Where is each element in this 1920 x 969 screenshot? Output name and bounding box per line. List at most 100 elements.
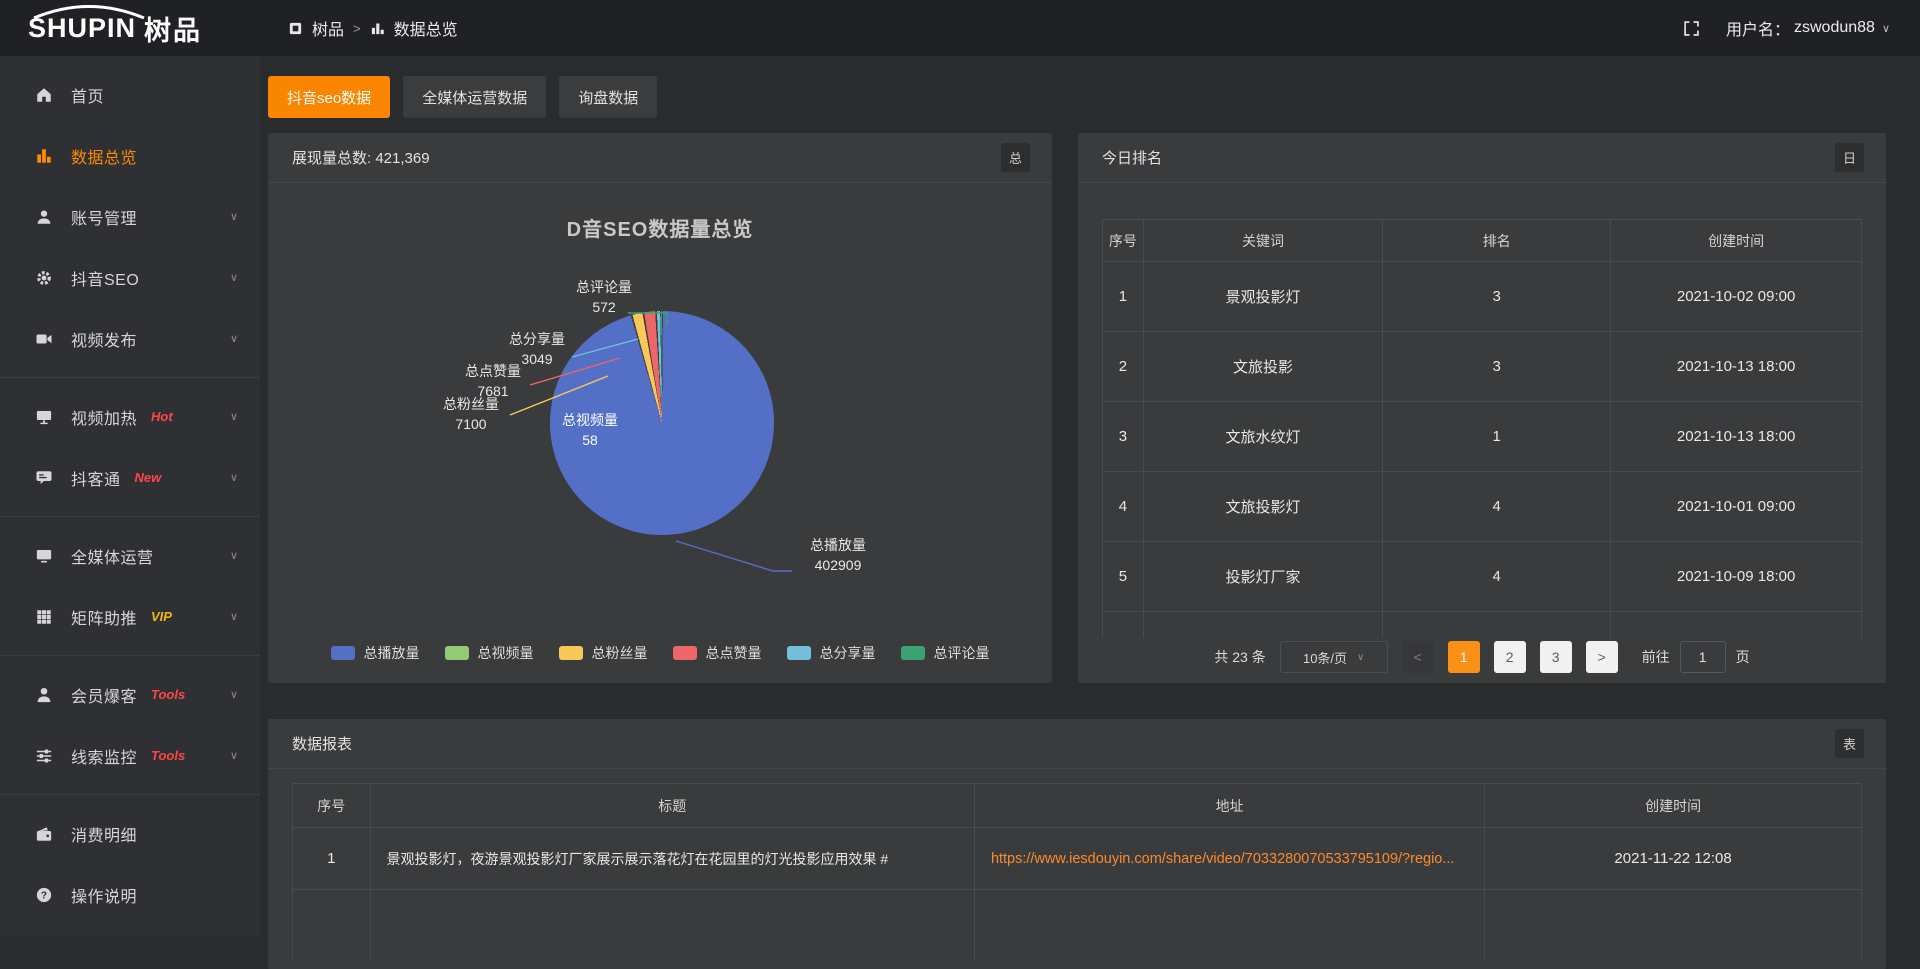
screen-icon <box>34 407 54 427</box>
user-menu[interactable]: 用户名： zswodun88 ∨ <box>1726 16 1890 40</box>
sidebar-item-video-publish[interactable]: 视频发布 ∨ <box>0 308 260 369</box>
total-toggle-button[interactable]: 总 <box>1001 143 1030 172</box>
legend-item-4[interactable]: 总分享量 <box>787 643 876 663</box>
dashboard-icon <box>288 21 303 36</box>
sidebar-item-consume-detail[interactable]: 消费明细 <box>0 803 260 864</box>
goto-unit: 页 <box>1736 647 1750 667</box>
goto-page-input[interactable] <box>1680 641 1726 673</box>
sidebar-item-douketong[interactable]: 抖客通 New ∨ <box>0 447 260 508</box>
column-header: 创建时间 <box>1485 784 1862 828</box>
new-badge: New <box>135 470 162 485</box>
chevron-down-icon: ∨ <box>230 549 238 562</box>
ranking-row-created: 2021-10-13 18:00 <box>1611 402 1862 472</box>
sidebar-item-home[interactable]: 首页 <box>0 64 260 125</box>
pie-label-videos: 总视频量58 <box>530 410 650 450</box>
sidebar: 首页 数据总览 账号管理 ∨ 抖音SEO ∨ 视频发布 ∨ 视频加热 Hot ∨ <box>0 56 260 936</box>
column-header: 排名 <box>1383 220 1611 262</box>
impressions-panel: 展现量总数: 421,369 总 D音SEO数据量总览 总评论量572 总分 <box>268 133 1052 683</box>
column-header: 序号 <box>292 784 371 828</box>
bar-chart-icon <box>370 21 385 36</box>
breadcrumb-separator: > <box>353 21 361 36</box>
sidebar-item-data-overview[interactable]: 数据总览 <box>0 125 260 186</box>
sidebar-divider <box>0 655 260 656</box>
sidebar-item-media-ops[interactable]: 全媒体运营 ∨ <box>0 525 260 586</box>
report-table: 序号 标题 地址 创建时间 1 景观投影灯，夜游景观投影灯厂家展示展示落花灯在花… <box>292 783 1862 960</box>
pagination-total: 共 23 条 <box>1214 647 1265 667</box>
report-row-created: 2021-11-22 12:08 <box>1485 828 1862 890</box>
question-circle-icon: ? <box>34 885 54 905</box>
page-button-1[interactable]: 1 <box>1448 641 1480 673</box>
sidebar-item-douyin-seo[interactable]: 抖音SEO ∨ <box>0 247 260 308</box>
legend-label: 总分享量 <box>820 643 876 663</box>
legend-item-5[interactable]: 总评论量 <box>901 643 990 663</box>
legend-item-3[interactable]: 总点赞量 <box>673 643 762 663</box>
ranking-row-keyword: 文旅水纹灯 <box>1144 402 1383 472</box>
app-logo: SHUPIN 树品 <box>0 0 260 56</box>
hot-badge: Hot <box>151 409 173 424</box>
chart-legend: 总播放量 总视频量 总粉丝量 总点赞量 总分享量 总评论量 <box>268 643 1052 663</box>
column-header: 地址 <box>975 784 1485 828</box>
table-stub-cell <box>1383 612 1611 638</box>
page-button-2[interactable]: 2 <box>1494 641 1526 673</box>
page-button-3[interactable]: 3 <box>1540 641 1572 673</box>
username-value: zswodun88 <box>1794 19 1875 37</box>
breadcrumb-root[interactable]: 树品 <box>312 16 344 40</box>
ranking-row-rank: 3 <box>1383 262 1611 332</box>
table-stub-cell <box>1485 890 1862 960</box>
legend-label: 总评论量 <box>934 643 990 663</box>
table-toggle-button[interactable]: 表 <box>1835 729 1864 758</box>
pie-label-comments: 总评论量572 <box>549 277 659 317</box>
ranking-row-keyword: 投影灯厂家 <box>1144 542 1383 612</box>
gear-icon <box>34 268 54 288</box>
legend-chip-icon <box>445 646 469 660</box>
tab-douyin-seo-data[interactable]: 抖音seo数据 <box>268 76 390 118</box>
legend-item-0[interactable]: 总播放量 <box>331 643 420 663</box>
chevron-down-icon: ∨ <box>230 410 238 423</box>
ranking-row-index: 3 <box>1102 402 1144 472</box>
report-row-url-link[interactable]: https://www.iesdouyin.com/share/video/70… <box>975 828 1485 890</box>
day-toggle-button[interactable]: 日 <box>1835 143 1864 172</box>
legend-chip-icon <box>787 646 811 660</box>
sidebar-divider <box>0 377 260 378</box>
breadcrumb-current: 数据总览 <box>394 16 458 40</box>
sidebar-item-help[interactable]: ? 操作说明 <box>0 864 260 925</box>
sidebar-item-clue-monitor[interactable]: 线索监控 Tools ∨ <box>0 725 260 786</box>
grid-icon <box>34 607 54 627</box>
legend-chip-icon <box>331 646 355 660</box>
sidebar-item-video-heat[interactable]: 视频加热 Hot ∨ <box>0 386 260 447</box>
chevron-down-icon: ∨ <box>1882 22 1890 35</box>
ranking-row-rank: 3 <box>1383 332 1611 402</box>
sidebar-item-matrix-boost[interactable]: 矩阵助推 VIP ∨ <box>0 586 260 647</box>
pie-label-fans: 总粉丝量7100 <box>416 394 526 434</box>
ranking-row-created: 2021-10-01 09:00 <box>1611 472 1862 542</box>
chevron-down-icon: ∨ <box>230 471 238 484</box>
chevron-down-icon: ∨ <box>230 210 238 223</box>
sidebar-item-account[interactable]: 账号管理 ∨ <box>0 186 260 247</box>
breadcrumb: 树品 > 数据总览 <box>288 16 458 40</box>
fullscreen-icon[interactable] <box>1683 20 1700 37</box>
top-bar: SHUPIN 树品 树品 > 数据总览 用户名： zswodun88 ∨ <box>0 0 1920 56</box>
sidebar-divider <box>0 516 260 517</box>
legend-item-1[interactable]: 总视频量 <box>445 643 534 663</box>
chevron-down-icon: ∨ <box>230 332 238 345</box>
chart-title: D音SEO数据量总览 <box>268 213 1052 242</box>
tab-media-ops-data[interactable]: 全媒体运营数据 <box>403 76 546 118</box>
legend-item-2[interactable]: 总粉丝量 <box>559 643 648 663</box>
sidebar-item-member-burst[interactable]: 会员爆客 Tools ∨ <box>0 664 260 725</box>
next-page-button[interactable]: > <box>1586 641 1618 673</box>
legend-chip-icon <box>559 646 583 660</box>
prev-page-button[interactable]: < <box>1402 641 1434 673</box>
home-icon <box>34 85 54 105</box>
pie-label-plays: 总播放量402909 <box>788 535 888 575</box>
report-row-title: 景观投影灯，夜游景观投影灯厂家展示展示落花灯在花园里的灯光投影应用效果 # <box>371 828 975 890</box>
page-size-select[interactable]: 10条/页 ∨ <box>1280 641 1388 673</box>
ranking-row-index: 2 <box>1102 332 1144 402</box>
table-stub-cell <box>371 890 975 960</box>
column-header: 关键词 <box>1144 220 1383 262</box>
chat-bubble-icon <box>34 468 54 488</box>
today-ranking-panel: 今日排名 日 序号 关键词 排名 创建时间 1 景观投影灯 3 2021-10-… <box>1078 133 1886 683</box>
data-report-panel: 数据报表 表 序号 标题 地址 创建时间 1 景观投影灯，夜游景观投影灯厂家展示… <box>268 719 1886 969</box>
tab-inquiry-data[interactable]: 询盘数据 <box>559 76 657 118</box>
ranking-row-created: 2021-10-13 18:00 <box>1611 332 1862 402</box>
legend-label: 总视频量 <box>478 643 534 663</box>
